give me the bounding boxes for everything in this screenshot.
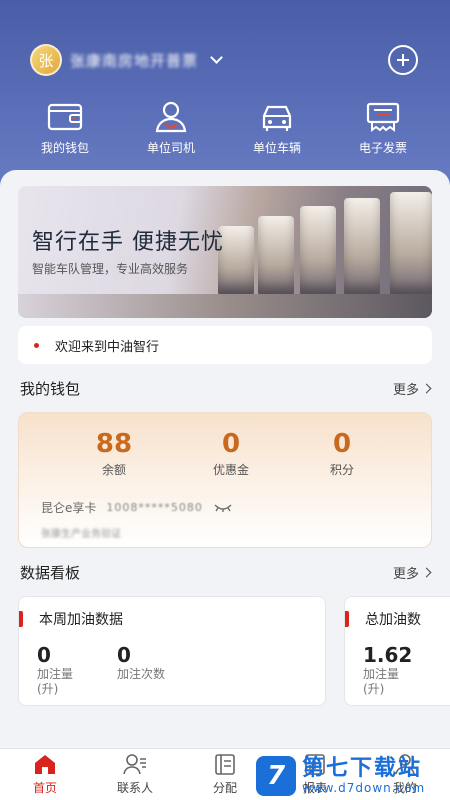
- wallet-more-link[interactable]: 更多: [392, 379, 432, 398]
- card-name: 昆仑e享卡: [41, 501, 97, 515]
- tab-label: 首页: [32, 781, 57, 795]
- dashboard-card-title: 本周加油数据: [39, 612, 123, 628]
- stat-value: 0: [221, 429, 241, 459]
- invoice-icon: [366, 102, 400, 132]
- stat-label: 优惠金: [212, 463, 249, 477]
- promo-banner[interactable]: 智行在手 便捷无忧 智能车队管理，专业高效服务: [18, 186, 432, 318]
- banner-title: 智行在手 便捷无忧: [32, 230, 224, 255]
- quick-action-label: 单位车辆: [252, 141, 301, 155]
- plus-icon: [397, 54, 409, 66]
- quick-action-vehicles[interactable]: 单位车辆: [224, 100, 330, 156]
- section-title: 数据看板: [20, 564, 81, 582]
- stat-label: 积分: [329, 463, 354, 477]
- metric-label: 加注量 (升): [37, 667, 73, 697]
- truck-image: [344, 198, 380, 296]
- quick-action-label: 我的钱包: [40, 141, 89, 155]
- eye-closed-icon[interactable]: [213, 503, 233, 513]
- banner-subtitle: 智能车队管理，专业高效服务: [32, 262, 189, 276]
- card-subtitle: 张康生产业务验证: [41, 529, 121, 540]
- watermark: 7 第七下载站 www.d7down.com: [256, 752, 450, 800]
- quick-action-label: 电子发票: [358, 141, 407, 155]
- dashboard-card-total[interactable]: 总加油数 1.62 加注量 (升): [344, 596, 450, 706]
- truck-image: [390, 192, 432, 296]
- section-title: 我的钱包: [20, 380, 81, 398]
- watermark-logo: 7: [256, 756, 296, 796]
- quick-action-drivers[interactable]: 单位司机: [118, 100, 224, 156]
- home-icon: [35, 755, 55, 774]
- tab-label: 分配: [212, 781, 237, 795]
- wallet-stat-coupon[interactable]: 0 优惠金: [176, 429, 286, 478]
- metric-label-text: 加注量: [37, 667, 74, 681]
- dashboard-card-weekly[interactable]: 本周加油数据 0 加注量 (升) 0 加注次数: [18, 596, 326, 706]
- metric-label-text: 加注次数: [117, 667, 166, 681]
- watermark-text: 第七下载站 www.d7down.com: [302, 756, 426, 796]
- metric-label: 加注次数: [117, 667, 165, 682]
- stat-value: 88: [95, 429, 133, 459]
- watermark-url: www.d7down.com: [302, 781, 426, 795]
- tab-assign[interactable]: 分配: [190, 753, 260, 796]
- tab-home[interactable]: 首页: [10, 753, 80, 796]
- stat-value: 0: [332, 429, 352, 459]
- notice-bar[interactable]: 欢迎来到中油智行: [18, 326, 432, 364]
- dashboard-card-title: 总加油数: [365, 612, 421, 628]
- card-info: 昆仑e享卡 1008*****5080: [41, 499, 233, 516]
- user-switcher[interactable]: 张 张康南房地开普票: [30, 44, 223, 76]
- metric-label: 加注量 (升): [363, 667, 399, 697]
- accent-bar: [19, 611, 23, 627]
- metric-unit: (升): [37, 682, 59, 696]
- contacts-icon: [123, 754, 146, 775]
- truck-image: [300, 206, 336, 296]
- chevron-right-icon: [421, 383, 432, 394]
- stat-label: 余额: [101, 463, 126, 477]
- truck-image: [258, 216, 294, 296]
- assign-icon: [215, 754, 235, 775]
- quick-action-wallet[interactable]: 我的钱包: [12, 100, 118, 156]
- tab-label: 联系人: [116, 781, 153, 795]
- quick-actions: 我的钱包 单位司机 单位车辆 电子发票: [0, 100, 450, 156]
- metric-unit: (升): [363, 682, 385, 696]
- tab-contacts[interactable]: 联系人: [100, 753, 170, 796]
- add-button[interactable]: [388, 45, 418, 75]
- accent-bar: [345, 611, 349, 627]
- main-content: 智行在手 便捷无忧 智能车队管理，专业高效服务 欢迎来到中油智行 我的钱包 更多…: [0, 170, 450, 750]
- avatar: 张: [30, 44, 62, 76]
- metric-value: 1.62: [363, 643, 413, 667]
- car-icon: [262, 105, 292, 131]
- watermark-brand: 第七下载站: [302, 756, 423, 781]
- quick-action-label: 单位司机: [146, 141, 195, 155]
- driver-icon: [155, 101, 187, 133]
- dashboard-more-link[interactable]: 更多: [392, 563, 432, 582]
- more-label: 更多: [392, 383, 419, 398]
- wallet-card[interactable]: 88 余额 0 优惠金 0 积分 昆仑e享卡 1008*****5080 张康生…: [18, 412, 432, 548]
- quick-action-invoice[interactable]: 电子发票: [330, 100, 436, 156]
- dashboard-section-header: 数据看板 更多: [20, 562, 432, 583]
- notice-dot-icon: [34, 342, 39, 348]
- card-number: 1008*****5080: [106, 501, 203, 514]
- wallet-section-header: 我的钱包 更多: [20, 378, 432, 399]
- chevron-right-icon: [421, 567, 432, 578]
- user-name: 张康南房地开普票: [70, 51, 199, 70]
- wallet-stat-points[interactable]: 0 积分: [287, 429, 397, 478]
- metric-label-text: 加注量: [363, 667, 400, 681]
- metric-value: 0: [37, 643, 51, 667]
- metric-value: 0: [117, 643, 131, 667]
- wallet-icon: [47, 103, 83, 131]
- banner-floor: [18, 294, 432, 318]
- notice-text: 欢迎来到中油智行: [55, 339, 160, 355]
- wallet-stat-balance[interactable]: 88 余额: [59, 429, 169, 478]
- more-label: 更多: [392, 567, 419, 582]
- chevron-down-icon: [210, 50, 223, 64]
